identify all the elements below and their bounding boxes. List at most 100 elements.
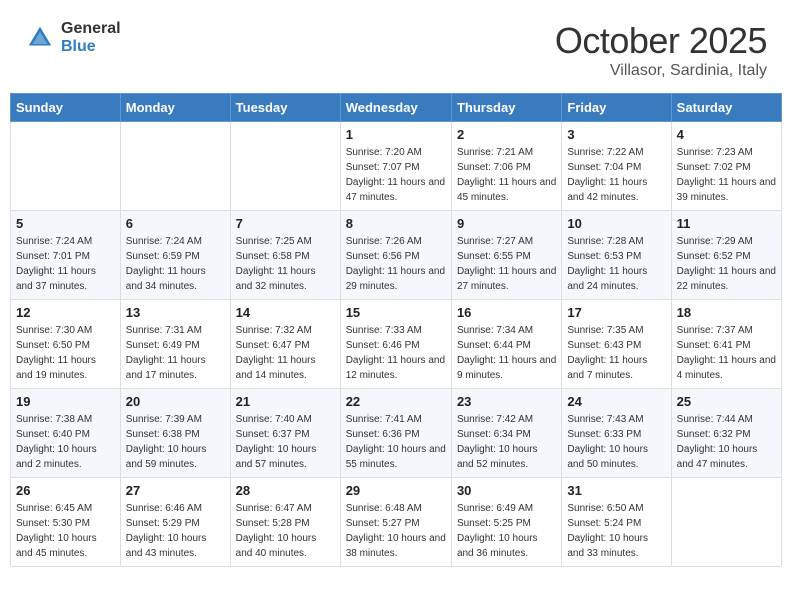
day-number: 10 (567, 216, 665, 231)
day-info: Sunrise: 7:41 AMSunset: 6:36 PMDaylight:… (346, 412, 446, 472)
calendar-cell: 26 Sunrise: 6:45 AMSunset: 5:30 PMDayligh… (11, 478, 121, 567)
calendar-cell: 6 Sunrise: 7:24 AMSunset: 6:59 PMDaylight… (120, 211, 230, 300)
calendar-cell: 24 Sunrise: 7:43 AMSunset: 6:33 PMDayligh… (562, 389, 671, 478)
calendar-cell: 4 Sunrise: 7:23 AMSunset: 7:02 PMDaylight… (671, 122, 781, 211)
day-header-thursday: Thursday (451, 94, 561, 122)
day-number: 29 (346, 483, 446, 498)
day-info: Sunrise: 7:44 AMSunset: 6:32 PMDaylight:… (677, 412, 776, 472)
logo: General Blue (25, 20, 121, 55)
day-info: Sunrise: 7:24 AMSunset: 6:59 PMDaylight:… (126, 234, 225, 294)
day-info: Sunrise: 7:40 AMSunset: 6:37 PMDaylight:… (236, 412, 335, 472)
day-info: Sunrise: 6:48 AMSunset: 5:27 PMDaylight:… (346, 501, 446, 561)
day-number: 14 (236, 305, 335, 320)
logo-icon (25, 23, 55, 53)
day-number: 7 (236, 216, 335, 231)
day-info: Sunrise: 7:25 AMSunset: 6:58 PMDaylight:… (236, 234, 335, 294)
day-info: Sunrise: 6:46 AMSunset: 5:29 PMDaylight:… (126, 501, 225, 561)
day-info: Sunrise: 7:42 AMSunset: 6:34 PMDaylight:… (457, 412, 556, 472)
calendar-cell: 25 Sunrise: 7:44 AMSunset: 6:32 PMDayligh… (671, 389, 781, 478)
calendar-cell: 27Sunrise: 6:46 AMSunset: 5:29 PMDayligh… (120, 478, 230, 567)
day-number: 28 (236, 483, 335, 498)
calendar-cell: 20Sunrise: 7:39 AMSunset: 6:38 PMDayligh… (120, 389, 230, 478)
day-number: 19 (16, 394, 115, 409)
calendar-cell: 31Sunrise: 6:50 AMSunset: 5:24 PMDayligh… (562, 478, 671, 567)
calendar-cell: 2Sunrise: 7:21 AMSunset: 7:06 PMDaylight… (451, 122, 561, 211)
day-info: Sunrise: 7:20 AMSunset: 7:07 PMDaylight:… (346, 145, 446, 205)
calendar-cell: 22 Sunrise: 7:41 AMSunset: 6:36 PMDayligh… (340, 389, 451, 478)
calendar-cell: 1 Sunrise: 7:20 AMSunset: 7:07 PMDaylight… (340, 122, 451, 211)
day-number: 5 (16, 216, 115, 231)
calendar-row-1: 1 Sunrise: 7:20 AMSunset: 7:07 PMDaylight… (11, 122, 782, 211)
day-header-friday: Friday (562, 94, 671, 122)
day-info: Sunrise: 7:22 AMSunset: 7:04 PMDaylight:… (567, 145, 665, 205)
day-number: 16 (457, 305, 556, 320)
calendar-cell: 28 Sunrise: 6:47 AMSunset: 5:28 PMDayligh… (230, 478, 340, 567)
calendar-cell: 8Sunrise: 7:26 AMSunset: 6:56 PMDaylight… (340, 211, 451, 300)
day-info: Sunrise: 7:33 AMSunset: 6:46 PMDaylight:… (346, 323, 446, 383)
day-info: Sunrise: 7:30 AMSunset: 6:50 PMDaylight:… (16, 323, 115, 383)
calendar-cell: 30Sunrise: 6:49 AMSunset: 5:25 PMDayligh… (451, 478, 561, 567)
calendar-cell (11, 122, 121, 211)
calendar-row-2: 5 Sunrise: 7:24 AMSunset: 7:01 PMDaylight… (11, 211, 782, 300)
day-number: 25 (677, 394, 776, 409)
calendar-cell: 11Sunrise: 7:29 AMSunset: 6:52 PMDayligh… (671, 211, 781, 300)
day-info: Sunrise: 7:34 AMSunset: 6:44 PMDaylight:… (457, 323, 556, 383)
day-info: Sunrise: 7:24 AMSunset: 7:01 PMDaylight:… (16, 234, 115, 294)
day-header-monday: Monday (120, 94, 230, 122)
logo-general-text: General (61, 20, 121, 38)
day-number: 4 (677, 127, 776, 142)
calendar-cell: 19 Sunrise: 7:38 AMSunset: 6:40 PMDayligh… (11, 389, 121, 478)
month-title: October 2025 (555, 20, 767, 62)
page-header: General Blue October 2025 Villasor, Sard… (10, 10, 782, 85)
calendar-table: SundayMondayTuesdayWednesdayThursdayFrid… (10, 93, 782, 567)
day-number: 17 (567, 305, 665, 320)
day-info: Sunrise: 6:49 AMSunset: 5:25 PMDaylight:… (457, 501, 556, 561)
calendar-cell: 5 Sunrise: 7:24 AMSunset: 7:01 PMDaylight… (11, 211, 121, 300)
calendar-cell: 10 Sunrise: 7:28 AMSunset: 6:53 PMDayligh… (562, 211, 671, 300)
day-info: Sunrise: 7:38 AMSunset: 6:40 PMDaylight:… (16, 412, 115, 472)
day-number: 24 (567, 394, 665, 409)
calendar-cell: 21Sunrise: 7:40 AMSunset: 6:37 PMDayligh… (230, 389, 340, 478)
day-number: 12 (16, 305, 115, 320)
calendar-cell: 3 Sunrise: 7:22 AMSunset: 7:04 PMDaylight… (562, 122, 671, 211)
day-number: 3 (567, 127, 665, 142)
calendar-cell: 17 Sunrise: 7:35 AMSunset: 6:43 PMDayligh… (562, 300, 671, 389)
day-number: 22 (346, 394, 446, 409)
day-header-tuesday: Tuesday (230, 94, 340, 122)
day-info: Sunrise: 7:26 AMSunset: 6:56 PMDaylight:… (346, 234, 446, 294)
day-header-saturday: Saturday (671, 94, 781, 122)
calendar-cell: 12 Sunrise: 7:30 AMSunset: 6:50 PMDayligh… (11, 300, 121, 389)
day-info: Sunrise: 7:43 AMSunset: 6:33 PMDaylight:… (567, 412, 665, 472)
day-number: 20 (126, 394, 225, 409)
calendar-cell (230, 122, 340, 211)
day-info: Sunrise: 7:35 AMSunset: 6:43 PMDaylight:… (567, 323, 665, 383)
day-info: Sunrise: 6:50 AMSunset: 5:24 PMDaylight:… (567, 501, 665, 561)
day-number: 23 (457, 394, 556, 409)
calendar-cell: 15Sunrise: 7:33 AMSunset: 6:46 PMDayligh… (340, 300, 451, 389)
day-number: 18 (677, 305, 776, 320)
day-number: 2 (457, 127, 556, 142)
calendar-cell: 14Sunrise: 7:32 AMSunset: 6:47 PMDayligh… (230, 300, 340, 389)
calendar-row-4: 19 Sunrise: 7:38 AMSunset: 6:40 PMDayligh… (11, 389, 782, 478)
day-info: Sunrise: 6:47 AMSunset: 5:28 PMDaylight:… (236, 501, 335, 561)
day-number: 1 (346, 127, 446, 142)
day-info: Sunrise: 7:29 AMSunset: 6:52 PMDaylight:… (677, 234, 776, 294)
calendar-cell (120, 122, 230, 211)
day-number: 6 (126, 216, 225, 231)
calendar-cell: 7 Sunrise: 7:25 AMSunset: 6:58 PMDaylight… (230, 211, 340, 300)
calendar-cell: 9Sunrise: 7:27 AMSunset: 6:55 PMDaylight… (451, 211, 561, 300)
calendar-header-row: SundayMondayTuesdayWednesdayThursdayFrid… (11, 94, 782, 122)
logo-blue-text: Blue (61, 38, 121, 56)
day-info: Sunrise: 6:45 AMSunset: 5:30 PMDaylight:… (16, 501, 115, 561)
calendar-cell (671, 478, 781, 567)
logo-text: General Blue (61, 20, 121, 55)
calendar-cell: 29 Sunrise: 6:48 AMSunset: 5:27 PMDayligh… (340, 478, 451, 567)
day-info: Sunrise: 7:28 AMSunset: 6:53 PMDaylight:… (567, 234, 665, 294)
title-block: October 2025 Villasor, Sardinia, Italy (555, 20, 767, 80)
calendar-cell: 23 Sunrise: 7:42 AMSunset: 6:34 PMDayligh… (451, 389, 561, 478)
day-header-sunday: Sunday (11, 94, 121, 122)
day-number: 26 (16, 483, 115, 498)
day-info: Sunrise: 7:23 AMSunset: 7:02 PMDaylight:… (677, 145, 776, 205)
calendar-cell: 16 Sunrise: 7:34 AMSunset: 6:44 PMDayligh… (451, 300, 561, 389)
calendar-cell: 18Sunrise: 7:37 AMSunset: 6:41 PMDayligh… (671, 300, 781, 389)
